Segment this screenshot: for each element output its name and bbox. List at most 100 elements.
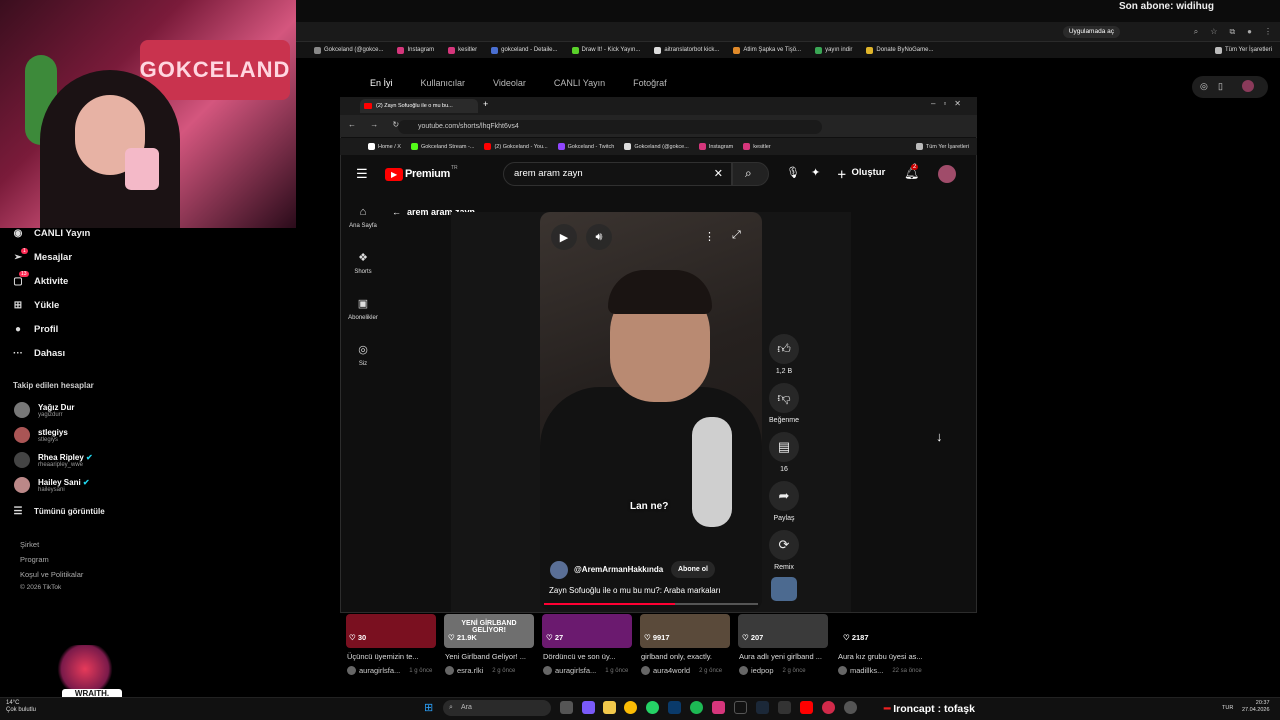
sidebar-item-upload[interactable]: ⊞ Yükle	[12, 299, 60, 311]
window-controls-icon[interactable]: –▫✕	[931, 99, 969, 108]
nav-arrows-icon[interactable]: ← → ↻	[348, 120, 405, 129]
voice-search-icon[interactable]: 🎙︎	[786, 166, 800, 179]
tab-videos[interactable]: Videolar	[493, 78, 526, 88]
result-thumbnail[interactable]	[738, 614, 828, 648]
next-short-arrow-icon[interactable]: ↓	[936, 429, 943, 444]
yt-nav-shorts[interactable]: ❖ Shorts	[344, 251, 382, 275]
youtube-premium-logo[interactable]: Premium	[405, 168, 450, 180]
language-indicator[interactable]: TUR	[1222, 705, 1233, 711]
bookmark[interactable]: (2) Gokceland - You...	[484, 143, 548, 150]
coin-icon[interactable]: ◎	[1200, 81, 1208, 92]
bookmark[interactable]: Instagram	[698, 143, 733, 150]
yt-nav-subscriptions[interactable]: ▣ Abonelikler	[344, 297, 382, 321]
hamburger-menu-icon[interactable]: ☰	[356, 166, 368, 182]
extensions-icon[interactable]: ⧉	[1229, 27, 1235, 37]
sidebar-item-live[interactable]: ◉ CANLI Yayın	[12, 227, 91, 239]
inner-active-tab[interactable]: (2) Zayn Sofuoğlu ile o mu bu...	[360, 99, 478, 113]
bookmark[interactable]: aitranslatorbot kick...	[654, 46, 719, 54]
bookmark[interactable]: Gokceland (@gokce...	[624, 143, 689, 150]
result-title[interactable]: Aura kız grubu üyesi as...	[838, 652, 934, 661]
weather-widget[interactable]: 14°C Çok bulutlu	[6, 700, 36, 714]
tab-photo[interactable]: Fotoğraf	[633, 78, 667, 88]
result-user[interactable]: auragirlsfa... 1 g önce	[543, 666, 628, 675]
all-bookmarks[interactable]: Tüm Yer İşaretleri	[1214, 46, 1272, 54]
sidebar-item-profile[interactable]: ● Profil	[12, 323, 58, 335]
taskbar-search[interactable]: ⌕ Ara	[443, 700, 551, 716]
footer-link-company[interactable]: Şirket	[20, 540, 39, 549]
clear-search-icon[interactable]: ✕	[714, 163, 723, 185]
dislike-button[interactable]: 👎︎ Beğenme	[764, 383, 804, 424]
more-options-icon[interactable]: ⋮	[704, 230, 715, 243]
result-user[interactable]: iedpop 2 g önce	[739, 666, 806, 675]
yt-nav-you[interactable]: ◎ Siz	[344, 343, 382, 367]
see-all-following[interactable]: ☰ Tümünü görüntüle	[12, 505, 105, 517]
task-view-icon[interactable]	[560, 701, 573, 714]
youtube-logo-icon[interactable]: ▶	[385, 168, 403, 181]
zoom-icon[interactable]: ⌕	[1194, 27, 1198, 37]
like-button[interactable]: 👍︎ 1,2 B	[764, 334, 804, 375]
result-title[interactable]: Yeni Girlband Geliyor! ...	[445, 652, 541, 661]
search-button[interactable]: ⌕	[732, 162, 769, 186]
search-input[interactable]: arem aram zayn ✕	[503, 162, 732, 186]
bookmark[interactable]: Gokceland - Twitch	[557, 143, 614, 150]
short-video-player[interactable]: ▶ 🔊︎ ⋮ ⤢ Lan ne? @AremArmanHakkında Abon…	[540, 212, 762, 610]
new-tab-button[interactable]: +	[483, 99, 488, 109]
progress-track[interactable]	[544, 603, 758, 605]
photoshop-icon[interactable]	[668, 701, 681, 714]
fullscreen-icon[interactable]: ⤢	[732, 229, 741, 242]
clock[interactable]: 20:37 27.04.2026	[1242, 700, 1270, 714]
windows-start-icon[interactable]: ⊞	[424, 701, 433, 714]
following-account[interactable]: stlegiys stlegiys	[14, 427, 68, 443]
result-title[interactable]: girlband only, exactly.	[641, 652, 737, 661]
app-icon[interactable]	[844, 701, 857, 714]
comment-button[interactable]: ▤ 16	[764, 432, 804, 473]
bookmark[interactable]: Gokceland Stream -...	[410, 143, 474, 150]
bookmark[interactable]: Draw It! - Kick Yayın...	[571, 46, 640, 54]
instagram-icon[interactable]	[712, 701, 725, 714]
result-user[interactable]: auragirlsfa... 1 g önce	[347, 666, 432, 675]
result-title[interactable]: Dördüncü ve son üy...	[543, 652, 639, 661]
opera-icon[interactable]	[822, 701, 835, 714]
whatsapp-icon[interactable]	[646, 701, 659, 714]
result-user[interactable]: esra.rlki 2 g önce	[445, 666, 515, 675]
footer-link-terms[interactable]: Koşul ve Politikalar	[20, 570, 83, 579]
following-account[interactable]: Hailey Sani ✔ haileysani	[14, 477, 90, 493]
sidebar-item-more[interactable]: ··· Dahası	[12, 347, 65, 359]
create-button[interactable]: ＋ Oluştur	[837, 167, 885, 181]
copilot-icon[interactable]	[582, 701, 595, 714]
sound-thumbnail[interactable]	[771, 577, 797, 601]
bookmark[interactable]: Donate ByNoGame...	[866, 46, 933, 54]
volume-button[interactable]: 🔊︎	[586, 224, 612, 250]
tab-top[interactable]: En İyi	[370, 78, 393, 88]
result-user[interactable]: madillks... 22 sa önce	[838, 666, 922, 675]
file-explorer-icon[interactable]	[603, 701, 616, 714]
tab-live[interactable]: CANLI Yayın	[554, 78, 605, 88]
bookmark[interactable]: kesitler	[448, 46, 477, 54]
bookmark[interactable]: Instagram	[397, 46, 434, 54]
star-icon[interactable]: ☆	[1210, 27, 1217, 37]
inner-url-bar[interactable]: youtube.com/shorts/lhqFkht6vs4	[398, 120, 822, 134]
bookmark[interactable]: Atlim Şapka ve Tişö...	[733, 46, 801, 54]
bookmark[interactable]: yayın indir	[815, 46, 852, 54]
following-account[interactable]: Yağız Dur yagizdurr	[14, 402, 74, 418]
result-user[interactable]: aura4world 2 g önce	[641, 666, 722, 675]
all-bookmarks[interactable]: Tüm Yer İşaretleri	[915, 143, 969, 150]
result-thumbnail[interactable]	[346, 614, 436, 648]
tab-users[interactable]: Kullanıcılar	[421, 78, 466, 88]
result-title[interactable]: Üçüncü üyemizin te...	[347, 652, 443, 661]
spotify-icon[interactable]	[690, 701, 703, 714]
channel-name[interactable]: @AremArmanHakkında	[574, 565, 663, 574]
bookmark[interactable]: Gokceland (@gokce...	[314, 46, 383, 54]
obs-icon[interactable]	[778, 701, 791, 714]
tiktok-icon[interactable]	[734, 701, 747, 714]
remix-button[interactable]: ⟳ Remix	[764, 530, 804, 571]
footer-link-program[interactable]: Program	[20, 555, 49, 564]
subscribe-button[interactable]: Abone ol	[671, 561, 715, 578]
chrome-icon[interactable]	[624, 701, 637, 714]
following-account[interactable]: Rhea Ripley ✔ rheaaripley_wwe	[14, 452, 93, 468]
user-avatar[interactable]	[1242, 80, 1254, 92]
result-title[interactable]: Aura adlı yeni girlband ...	[739, 652, 835, 661]
result-thumbnail[interactable]	[542, 614, 632, 648]
menu-icon[interactable]: ⋮	[1264, 27, 1272, 37]
channel-avatar[interactable]	[550, 561, 568, 579]
